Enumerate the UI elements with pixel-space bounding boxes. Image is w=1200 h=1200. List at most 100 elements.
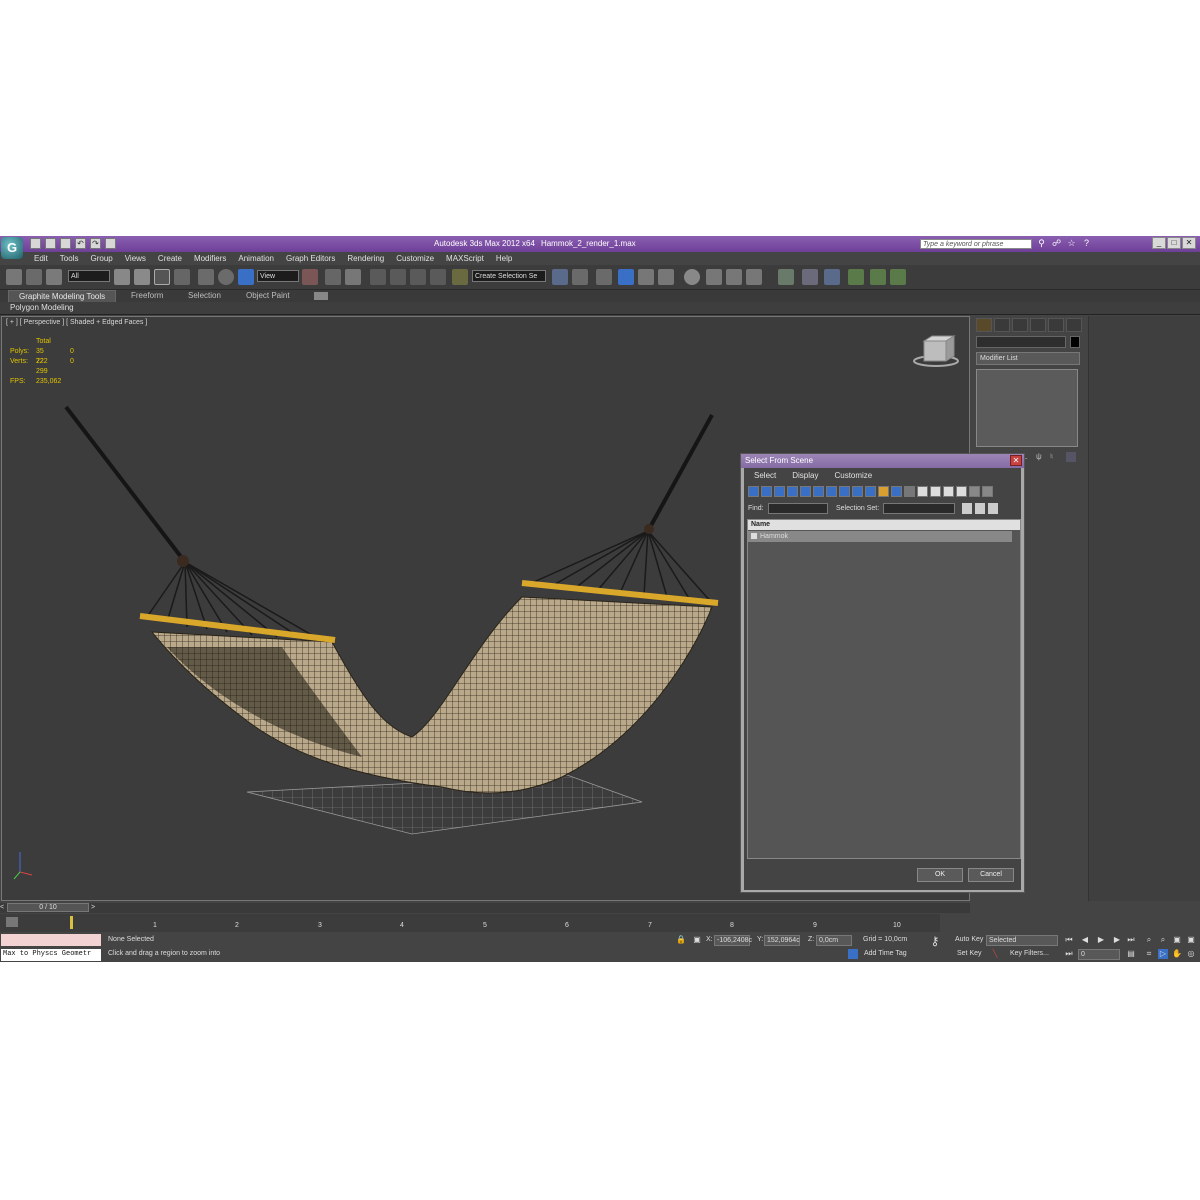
- named-selection-dropdown[interactable]: Create Selection Se: [472, 270, 546, 282]
- extra-tool-6-icon[interactable]: [890, 269, 906, 285]
- name-column-header[interactable]: Name: [748, 520, 1020, 530]
- selection-set-dropdown[interactable]: [883, 503, 955, 514]
- extra-tool-1-icon[interactable]: [778, 269, 794, 285]
- modifier-stack[interactable]: [976, 369, 1078, 447]
- display-all-icon[interactable]: [904, 486, 915, 497]
- filter-frozen-icon[interactable]: [878, 486, 889, 497]
- app-logo-icon[interactable]: G: [1, 237, 23, 259]
- display-none-icon[interactable]: [917, 486, 928, 497]
- list-item[interactable]: Hammok: [748, 531, 1012, 542]
- filter-spacewarps-icon[interactable]: [813, 486, 824, 497]
- add-time-tag[interactable]: Add Time Tag: [864, 948, 907, 960]
- key-filters-button[interactable]: Key Filters...: [1010, 948, 1049, 960]
- zoom-all-icon[interactable]: ⌕: [1158, 935, 1168, 945]
- extra-tool-5-icon[interactable]: [870, 269, 886, 285]
- filter-hidden-icon[interactable]: [891, 486, 902, 497]
- menu-group[interactable]: Group: [84, 252, 118, 265]
- set-key-button[interactable]: Set Key: [957, 948, 982, 960]
- menu-help[interactable]: Help: [490, 252, 518, 265]
- menu-modifiers[interactable]: Modifiers: [188, 252, 232, 265]
- pan-view-icon[interactable]: ✋: [1172, 949, 1182, 959]
- funnel-filter-icon[interactable]: [969, 486, 980, 497]
- curve-editor-icon[interactable]: [638, 269, 654, 285]
- filter-cameras-icon[interactable]: [787, 486, 798, 497]
- rendered-frame-icon[interactable]: [726, 269, 742, 285]
- snaps-toggle-icon[interactable]: [370, 269, 386, 285]
- window-crossing-icon[interactable]: [174, 269, 190, 285]
- move-icon[interactable]: [198, 269, 214, 285]
- make-unique-icon[interactable]: ♮: [1050, 452, 1060, 462]
- minimize-button[interactable]: _: [1152, 237, 1166, 249]
- find-input[interactable]: [768, 503, 828, 514]
- display-tab-icon[interactable]: [1048, 318, 1064, 332]
- display-invert-icon[interactable]: [930, 486, 941, 497]
- menu-views[interactable]: Views: [119, 252, 152, 265]
- play-icon[interactable]: ▶: [1096, 935, 1106, 945]
- absolute-mode-icon[interactable]: ▣: [692, 935, 702, 945]
- menu-animation[interactable]: Animation: [232, 252, 280, 265]
- key-mode-toggle-icon[interactable]: ⏭: [1064, 949, 1074, 959]
- menu-maxscript[interactable]: MAXScript: [440, 252, 490, 265]
- object-color-swatch[interactable]: [1070, 336, 1080, 348]
- filter-shapes-icon[interactable]: [761, 486, 772, 497]
- material-editor-icon[interactable]: [684, 269, 700, 285]
- edit-named-selection-icon[interactable]: [452, 269, 468, 285]
- link-icon[interactable]: [6, 269, 22, 285]
- key-icon[interactable]: ⚷: [930, 935, 940, 947]
- bind-space-warp-icon[interactable]: [46, 269, 62, 285]
- z-coordinate-field[interactable]: 0,0cm: [816, 935, 852, 946]
- lock-selection-icon[interactable]: 🔒: [676, 935, 686, 945]
- align-icon[interactable]: [572, 269, 588, 285]
- maxscript-listener-top[interactable]: [1, 934, 101, 946]
- display-invert-2-icon[interactable]: [956, 486, 967, 497]
- dialog-menu-select[interactable]: Select: [748, 468, 782, 484]
- layer-manager-icon[interactable]: [596, 269, 612, 285]
- binoculars-icon[interactable]: ⚲: [1036, 238, 1047, 249]
- render-teapot-icon[interactable]: [746, 269, 762, 285]
- next-frame-icon[interactable]: >: [91, 904, 95, 911]
- undo-icon[interactable]: ↶: [75, 238, 86, 249]
- remove-from-set-icon[interactable]: [988, 503, 998, 514]
- filter-containers-icon[interactable]: [865, 486, 876, 497]
- field-of-view-icon[interactable]: ▷: [1158, 949, 1168, 959]
- spinner-snap-icon[interactable]: [430, 269, 446, 285]
- filter-groups-icon[interactable]: [826, 486, 837, 497]
- schematic-view-icon[interactable]: [658, 269, 674, 285]
- percent-snap-icon[interactable]: [410, 269, 426, 285]
- filter-bones-icon[interactable]: [852, 486, 863, 497]
- maximize-button[interactable]: □: [1167, 237, 1181, 249]
- extra-tool-2-icon[interactable]: [802, 269, 818, 285]
- utilities-tab-icon[interactable]: [1066, 318, 1082, 332]
- render-setup-icon[interactable]: [706, 269, 722, 285]
- filter-lights-icon[interactable]: [774, 486, 785, 497]
- add-to-set-icon[interactable]: [975, 503, 985, 514]
- x-coordinate-field[interactable]: -106,2408c: [714, 935, 752, 946]
- menu-create[interactable]: Create: [152, 252, 188, 265]
- communication-icon[interactable]: ☍: [1051, 238, 1062, 249]
- y-coordinate-field[interactable]: 152,0964c: [764, 935, 800, 946]
- filter-geometry-icon[interactable]: [748, 486, 759, 497]
- new-file-icon[interactable]: [30, 238, 41, 249]
- zoom-region-icon[interactable]: ⌗: [1144, 949, 1154, 959]
- filter-helpers-icon[interactable]: [800, 486, 811, 497]
- show-end-result-icon[interactable]: ψ: [1036, 452, 1046, 462]
- rectangular-selection-icon[interactable]: [154, 269, 170, 285]
- key-mode-dropdown[interactable]: Selected: [986, 935, 1058, 946]
- cancel-button[interactable]: Cancel: [968, 868, 1014, 882]
- polygon-modeling-label[interactable]: Polygon Modeling: [10, 302, 74, 314]
- selection-filter-dropdown[interactable]: All: [68, 270, 110, 282]
- keyword-search-input[interactable]: Type a keyword or phrase: [920, 239, 1032, 249]
- hierarchy-tab-icon[interactable]: [1012, 318, 1028, 332]
- prev-frame-icon[interactable]: <: [0, 904, 4, 911]
- zoom-extents-all-icon[interactable]: ▣: [1186, 935, 1196, 945]
- redo-icon[interactable]: ↷: [90, 238, 101, 249]
- select-by-name-icon[interactable]: [134, 269, 150, 285]
- track-bar[interactable]: 1 2 3 4 5 6 7 8 9 10: [0, 914, 940, 932]
- scale-icon[interactable]: [238, 269, 254, 285]
- object-name-field[interactable]: [976, 336, 1066, 348]
- zoom-extents-icon[interactable]: ▣: [1172, 935, 1182, 945]
- ok-button[interactable]: OK: [917, 868, 963, 882]
- menu-rendering[interactable]: Rendering: [341, 252, 390, 265]
- create-set-icon[interactable]: [962, 503, 972, 514]
- next-frame-icon-2[interactable]: ▶: [1112, 935, 1122, 945]
